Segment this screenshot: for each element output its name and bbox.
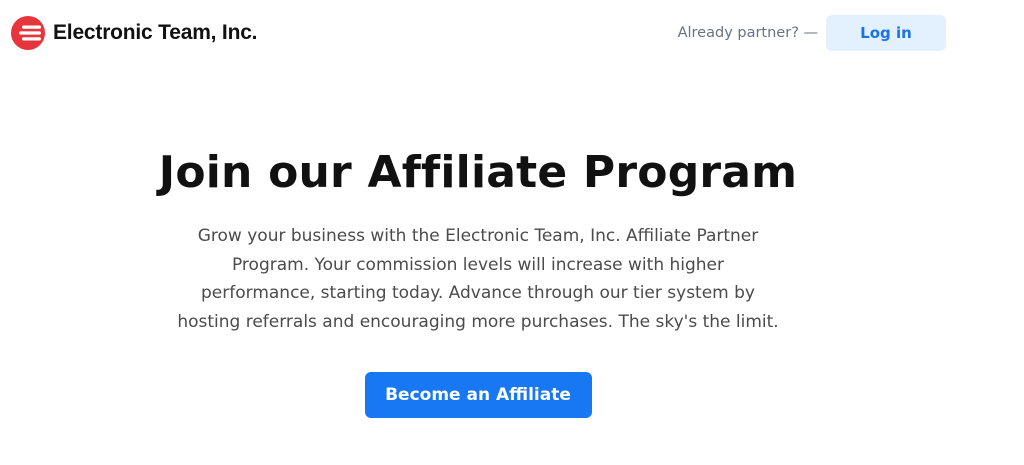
become-affiliate-button[interactable]: Become an Affiliate	[364, 372, 592, 418]
header-login-area: Already partner? — Log in	[678, 15, 946, 51]
electronic-team-logo-icon	[11, 16, 45, 50]
brand-name: Electronic Team, Inc.	[53, 21, 258, 44]
cta-container: Become an Affiliate	[0, 372, 956, 418]
brand-logo-link[interactable]: Electronic Team, Inc.	[11, 16, 258, 50]
page: Electronic Team, Inc. Already partner? —…	[0, 0, 1024, 465]
hero-description: Grow your business with the Electronic T…	[177, 226, 779, 332]
page-title: Join our Affiliate Program	[158, 147, 798, 198]
already-partner-text: Already partner? —	[677, 25, 818, 41]
login-button[interactable]: Log in	[826, 15, 946, 51]
hero-section: Join our Affiliate Program Grow your bus…	[0, 140, 956, 418]
